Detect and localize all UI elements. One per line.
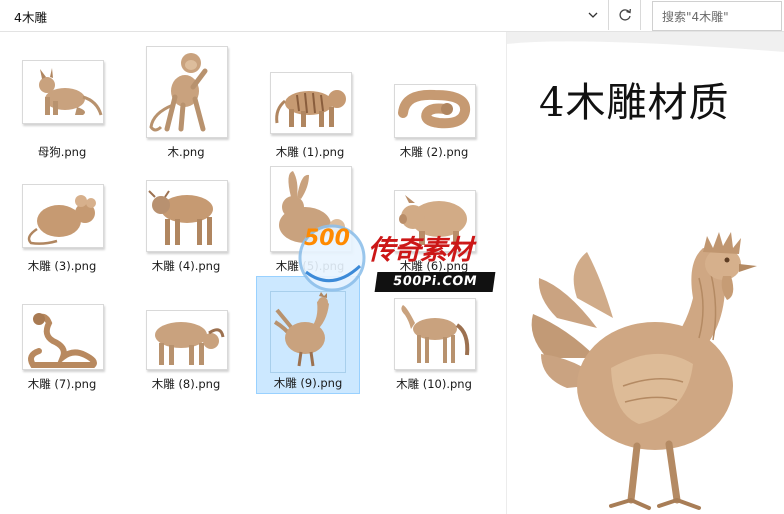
refresh-button[interactable] — [610, 0, 641, 30]
file-name: 木雕 (7).png — [27, 377, 97, 391]
ox-carving-thumbnail — [146, 180, 228, 252]
file-name: 木雕 (10).png — [396, 377, 472, 391]
address-bar[interactable]: 4木雕 — [0, 0, 609, 30]
toolbar: 4木雕 搜索"4木雕" — [0, 0, 784, 32]
snake-carving-thumbnail — [394, 84, 476, 138]
file-name: 木雕 (3).png — [27, 259, 97, 273]
address-path[interactable]: 4木雕 — [14, 7, 47, 26]
file-name: 木雕 (4).png — [151, 259, 221, 273]
tiger-carving-thumbnail — [270, 72, 352, 134]
refresh-icon — [610, 8, 640, 33]
preview-title: 4木雕材质 — [539, 80, 730, 126]
monkey-carving-thumbnail — [146, 46, 228, 138]
file-item[interactable]: 木雕 (8).png — [134, 292, 238, 392]
rooster-carving-preview — [531, 232, 757, 510]
goat-carving-thumbnail — [146, 310, 228, 370]
watermark-url: 500Pi.COM — [374, 272, 496, 292]
search-input[interactable]: 搜索"4木雕" — [652, 1, 782, 31]
rat-carving-thumbnail — [22, 184, 104, 248]
file-name: 木.png — [167, 145, 205, 159]
file-name: 母狗.png — [37, 145, 87, 159]
file-name: 木雕 (1).png — [275, 145, 345, 159]
file-item[interactable]: 木.png — [134, 46, 238, 159]
file-item[interactable]: 木雕 (10).png — [382, 292, 486, 392]
file-item[interactable]: 木雕 (4).png — [134, 166, 238, 278]
horse-carving-thumbnail — [394, 298, 476, 370]
watermark-script: 传奇素材 — [368, 235, 473, 266]
preview-top-curve — [507, 32, 784, 52]
dog-carving-thumbnail — [22, 60, 104, 124]
file-item[interactable]: 木雕 (3).png — [10, 166, 114, 278]
search-placeholder: 搜索"4木雕" — [662, 10, 729, 24]
file-item[interactable]: 母狗.png — [10, 46, 114, 159]
file-name: 木雕 (9).png — [273, 376, 343, 390]
preview-pane: 4木雕材质 — [506, 32, 784, 514]
file-item[interactable]: 木雕 (2).png — [382, 46, 486, 159]
dragon-carving-thumbnail — [22, 304, 104, 370]
file-name: 木雕 (8).png — [151, 377, 221, 391]
chevron-down-icon[interactable] — [584, 7, 602, 23]
watermark-badge: 500 — [304, 226, 350, 251]
file-item[interactable]: 木雕 (1).png — [258, 46, 362, 159]
file-item[interactable]: 木雕 (7).png — [10, 292, 114, 392]
file-name: 木雕 (2).png — [399, 145, 469, 159]
rooster-carving-thumbnail — [270, 291, 346, 373]
